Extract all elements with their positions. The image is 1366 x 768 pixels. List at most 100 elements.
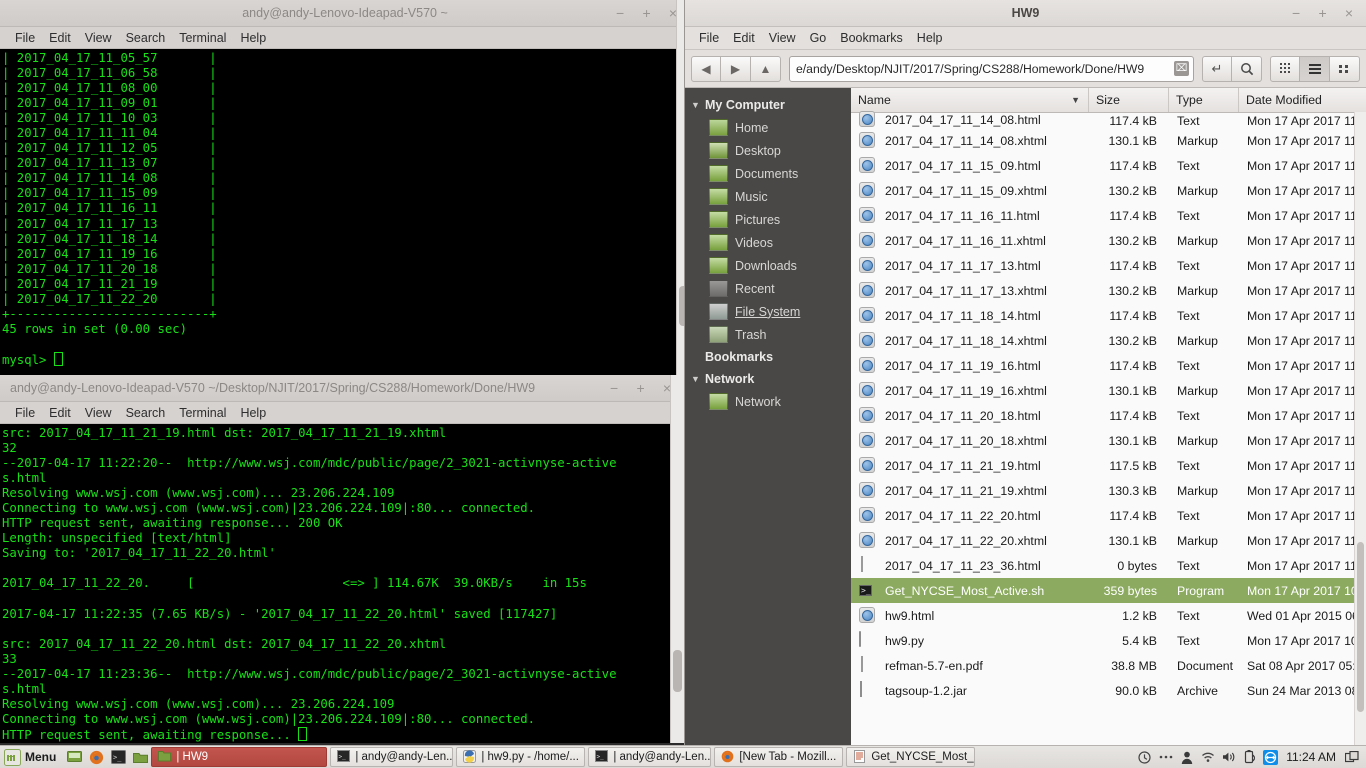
terminal2-output[interactable]: src: 2017_04_17_11_21_19.html dst: 2017_… bbox=[0, 424, 684, 743]
sort-descending-icon[interactable]: ▼ bbox=[1071, 95, 1080, 105]
volume-icon[interactable] bbox=[1218, 746, 1239, 768]
clear-icon[interactable]: ⌧ bbox=[1174, 61, 1189, 76]
back-button[interactable]: ◀ bbox=[691, 55, 721, 82]
sidebar-item-file-system[interactable]: File System bbox=[685, 300, 851, 323]
menu-view[interactable]: View bbox=[762, 27, 803, 49]
sidebar-group-network[interactable]: ▼ Network bbox=[685, 368, 851, 390]
table-row[interactable]: 2017_04_17_11_19_16.xhtml 130.1 kB Markup M… bbox=[851, 378, 1366, 403]
menu-edit[interactable]: Edit bbox=[726, 27, 762, 49]
icon-view-button[interactable] bbox=[1270, 55, 1300, 82]
sidebar-item-network[interactable]: Network bbox=[685, 390, 851, 413]
menu-file[interactable]: File bbox=[8, 27, 42, 49]
sidebar-item-trash[interactable]: Trash bbox=[685, 323, 851, 346]
compact-view-button[interactable] bbox=[1330, 55, 1360, 82]
terminal-window-mysql[interactable]: andy@andy-Lenovo-Ideapad-V570 ~ − + × Fi… bbox=[0, 0, 690, 378]
table-row[interactable]: 2017_04_17_11_21_19.xhtml 130.3 kB Markup M… bbox=[851, 478, 1366, 503]
table-row[interactable]: 2017_04_17_11_17_13.xhtml 130.2 kB Markup M… bbox=[851, 278, 1366, 303]
menu-search[interactable]: Search bbox=[119, 402, 173, 424]
search-button[interactable] bbox=[1232, 55, 1262, 82]
menu-bookmarks[interactable]: Bookmarks bbox=[833, 27, 910, 49]
file-list-scrollbar[interactable] bbox=[1354, 112, 1366, 751]
terminal2-titlebar[interactable]: andy@andy-Lenovo-Ideapad-V570 ~/Desktop/… bbox=[0, 375, 684, 402]
wifi-icon[interactable] bbox=[1197, 746, 1218, 768]
menu-help[interactable]: Help bbox=[233, 27, 273, 49]
table-row[interactable]: >_ Get_NYCSE_Most_Active.sh 359 bytes Progr… bbox=[851, 578, 1366, 603]
user-icon[interactable] bbox=[1176, 746, 1197, 768]
file-rows[interactable]: 2017_04_17_11_14_08.html 117.4 kB Text Mon … bbox=[851, 108, 1366, 703]
table-row[interactable]: 2017_04_17_11_15_09.html 117.4 kB Text Mon … bbox=[851, 153, 1366, 178]
up-button[interactable]: ▲ bbox=[751, 55, 781, 82]
maximize-button[interactable]: + bbox=[630, 375, 652, 401]
clock[interactable]: 11:24 AM bbox=[1281, 750, 1341, 764]
menu-edit[interactable]: Edit bbox=[42, 27, 78, 49]
places-sidebar[interactable]: ▼ My Computer Home Desktop Documents Music Pic… bbox=[685, 88, 851, 751]
sidebar-item-documents[interactable]: Documents bbox=[685, 162, 851, 185]
path-input[interactable]: e/andy/Desktop/NJIT/2017/Spring/CS288/Ho… bbox=[789, 55, 1194, 82]
table-row[interactable]: tagsoup-1.2.jar 90.0 kB Archive Sun 24 Mar … bbox=[851, 678, 1366, 703]
menu-go[interactable]: Go bbox=[803, 27, 834, 49]
taskbar-task[interactable]: >_ | andy@andy-Len... bbox=[330, 747, 454, 767]
sidebar-item-videos[interactable]: Videos bbox=[685, 231, 851, 254]
quicklaunch-terminal[interactable]: >_ bbox=[107, 746, 129, 768]
menu-search[interactable]: Search bbox=[119, 27, 173, 49]
menu-terminal[interactable]: Terminal bbox=[172, 27, 233, 49]
minimize-button[interactable]: − bbox=[609, 0, 631, 26]
battery-icon[interactable] bbox=[1239, 746, 1260, 768]
terminal2-scrollbar[interactable] bbox=[670, 375, 684, 743]
taskbar-task[interactable]: [New Tab - Mozill... bbox=[714, 747, 844, 767]
menu-view[interactable]: View bbox=[78, 27, 119, 49]
minimize-button[interactable]: − bbox=[1285, 0, 1307, 26]
taskbar-task[interactable]: | HW9 bbox=[151, 747, 328, 767]
table-row[interactable]: 2017_04_17_11_18_14.html 117.4 kB Text Mon … bbox=[851, 303, 1366, 328]
menu-file[interactable]: File bbox=[692, 27, 726, 49]
table-row[interactable]: 2017_04_17_11_16_11.html 117.4 kB Text Mon … bbox=[851, 203, 1366, 228]
table-row[interactable]: 2017_04_17_11_15_09.xhtml 130.2 kB Markup M… bbox=[851, 178, 1366, 203]
menu-file[interactable]: File bbox=[8, 402, 42, 424]
taskbar-task[interactable]: Get_NYCSE_Most_... bbox=[846, 747, 976, 767]
terminal2-scroll-thumb[interactable] bbox=[673, 650, 682, 692]
sidebar-item-music[interactable]: Music bbox=[685, 185, 851, 208]
teamviewer-icon[interactable] bbox=[1260, 746, 1281, 768]
path-toggle-button[interactable]: ↵ bbox=[1202, 55, 1232, 82]
table-row[interactable]: refman-5.7-en.pdf 38.8 MB Document Sat 08 A… bbox=[851, 653, 1366, 678]
chevron-down-icon[interactable]: ▼ bbox=[691, 374, 705, 384]
table-row[interactable]: hw9.py 5.4 kB Text Mon 17 Apr 2017 10:33:21… bbox=[851, 628, 1366, 653]
file-list-scroll-thumb[interactable] bbox=[1357, 542, 1364, 712]
menu-terminal[interactable]: Terminal bbox=[172, 402, 233, 424]
terminal1-output[interactable]: | 2017_04_17_11_05_57 | | 2017_04_17_11_0… bbox=[0, 49, 690, 378]
table-row[interactable]: 2017_04_17_11_16_11.xhtml 130.2 kB Markup M… bbox=[851, 228, 1366, 253]
table-row[interactable]: 2017_04_17_11_17_13.html 117.4 kB Text Mon … bbox=[851, 253, 1366, 278]
table-row[interactable]: 2017_04_17_11_19_16.html 117.4 kB Text Mon … bbox=[851, 353, 1366, 378]
sidebar-item-pictures[interactable]: Pictures bbox=[685, 208, 851, 231]
minimize-button[interactable]: − bbox=[603, 375, 625, 401]
table-row[interactable]: 2017_04_17_11_20_18.html 117.4 kB Text Mon … bbox=[851, 403, 1366, 428]
sidebar-group-bookmarks[interactable]: Bookmarks bbox=[685, 346, 851, 368]
clock-face-icon[interactable] bbox=[1134, 746, 1155, 768]
taskbar-task[interactable]: >_ | andy@andy-Len... bbox=[588, 747, 712, 767]
menu-help[interactable]: Help bbox=[233, 402, 273, 424]
sidebar-item-home[interactable]: Home bbox=[685, 116, 851, 139]
list-view-button[interactable] bbox=[1300, 55, 1330, 82]
table-row[interactable]: 2017_04_17_11_22_20.xhtml 130.1 kB Markup M… bbox=[851, 528, 1366, 553]
more-options-icon[interactable] bbox=[1155, 746, 1176, 768]
sidebar-item-downloads[interactable]: Downloads bbox=[685, 254, 851, 277]
terminal1-titlebar[interactable]: andy@andy-Lenovo-Ideapad-V570 ~ − + × bbox=[0, 0, 690, 27]
menu-help[interactable]: Help bbox=[910, 27, 950, 49]
table-row[interactable]: 2017_04_17_11_22_20.html 117.4 kB Text Mon … bbox=[851, 503, 1366, 528]
table-row[interactable]: hw9.html 1.2 kB Text Wed 01 Apr 2015 06:01:… bbox=[851, 603, 1366, 628]
filemanager-titlebar[interactable]: HW9 − + × bbox=[685, 0, 1366, 27]
table-row[interactable]: 2017_04_17_11_14_08.html 117.4 kB Text Mon … bbox=[851, 108, 1366, 128]
table-row[interactable]: 2017_04_17_11_21_19.html 117.5 kB Text Mon … bbox=[851, 453, 1366, 478]
close-button[interactable]: × bbox=[1338, 0, 1360, 26]
taskbar-task[interactable]: | hw9.py - /home/... bbox=[456, 747, 586, 767]
workspace-switcher-icon[interactable] bbox=[1341, 746, 1362, 768]
table-row[interactable]: 2017_04_17_11_18_14.xhtml 130.2 kB Markup M… bbox=[851, 328, 1366, 353]
menu-edit[interactable]: Edit bbox=[42, 402, 78, 424]
file-list-pane[interactable]: Name ▼ Size Type Date Modified 2017_04_17_11… bbox=[851, 88, 1366, 751]
sidebar-group-my-computer[interactable]: ▼ My Computer bbox=[685, 94, 851, 116]
table-row[interactable]: 2017_04_17_11_20_18.xhtml 130.1 kB Markup M… bbox=[851, 428, 1366, 453]
table-row[interactable]: 2017_04_17_11_23_36.html 0 bytes Text Mon 1… bbox=[851, 553, 1366, 578]
start-menu-button[interactable]: Menu bbox=[0, 746, 63, 768]
chevron-down-icon[interactable]: ▼ bbox=[691, 100, 705, 110]
quicklaunch-firefox[interactable] bbox=[85, 746, 107, 768]
